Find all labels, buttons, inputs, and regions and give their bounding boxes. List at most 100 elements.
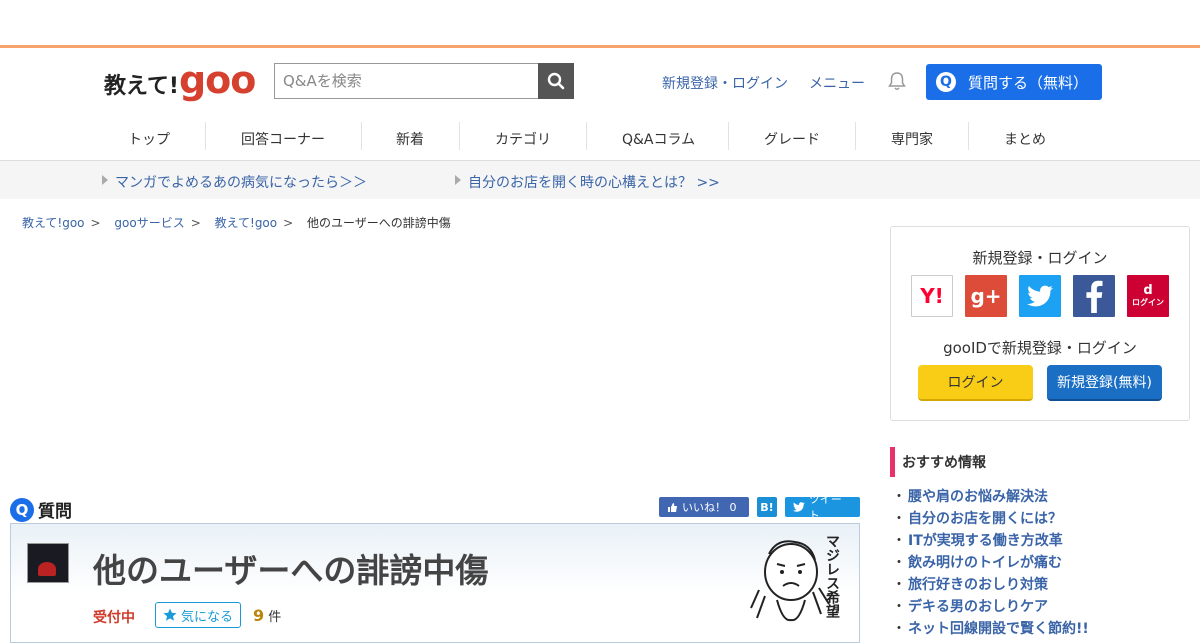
top-ad-bar xyxy=(0,0,1200,48)
docomo-login-label: ログイン xyxy=(1132,298,1164,307)
nav-category[interactable]: カテゴリ xyxy=(495,116,551,161)
bell-icon xyxy=(888,72,906,90)
list-item[interactable]: ・ネット回線開設で賢く節約!! xyxy=(892,618,1089,640)
register-login-link[interactable]: 新規登録・ログイン xyxy=(662,73,788,93)
answer-count-unit: 件 xyxy=(268,610,282,625)
majiresu-stamp: マジレス希望 xyxy=(747,530,847,630)
breadcrumb-link-oshiete-goo[interactable]: 教えて!goo xyxy=(215,216,278,230)
arrow-right-icon xyxy=(102,175,108,185)
breadcrumb-current: 他のユーザーへの誹謗中傷 xyxy=(307,216,451,230)
google-plus-login-button[interactable]: g+ xyxy=(965,275,1007,317)
nav-divider xyxy=(205,122,206,150)
hatena-icon: B! xyxy=(760,500,774,514)
arrow-right-icon xyxy=(455,175,461,185)
question-section-label: 質問 xyxy=(38,502,72,522)
nav-matome[interactable]: まとめ xyxy=(1004,116,1046,161)
promo-bar: マンガでよめるあの病気になったら＞＞ 自分のお店を開く時の心構えとは？ >> xyxy=(0,161,1200,199)
nav-answer-corner[interactable]: 回答コーナー xyxy=(241,116,325,161)
recommended-info-title: おすすめ情報 xyxy=(890,447,986,477)
question-badge-icon: Q xyxy=(936,72,956,92)
breadcrumb-link-goo-service[interactable]: gooサービス xyxy=(114,216,184,230)
recommended-link[interactable]: 自分のお店を開くには？ xyxy=(908,511,1062,527)
stamp-text: マジレス希望 xyxy=(824,534,840,618)
main-nav: トップ 回答コーナー 新着 カテゴリ Q&Aコラム グレード 専門家 まとめ xyxy=(0,116,1200,161)
question-title: 他のユーザーへの誹謗中傷 xyxy=(93,551,489,590)
answer-count-value: 9 xyxy=(253,606,265,625)
google-plus-icon: g+ xyxy=(970,284,1002,308)
logo-goo: goo xyxy=(178,58,256,102)
nav-divider xyxy=(728,122,729,150)
answer-count: 9 件 xyxy=(253,606,281,625)
breadcrumb: 教えて!goo > gooサービス > 教えて!goo > 他のユーザーへの誹謗中傷 xyxy=(22,214,451,231)
search-icon xyxy=(547,72,565,90)
twitter-bird-icon xyxy=(793,502,805,512)
favorite-button[interactable]: 気になる xyxy=(155,602,241,628)
nav-expert[interactable]: 専門家 xyxy=(891,116,933,161)
nav-divider xyxy=(586,122,587,150)
search-button[interactable] xyxy=(538,63,574,99)
status-badge: 受付中 xyxy=(93,610,135,626)
ask-question-button[interactable]: Q 質問する（無料） xyxy=(926,64,1102,100)
question-section-heading: Q 質問 xyxy=(10,497,72,522)
promo-link-shop[interactable]: 自分のお店を開く時の心構えとは？ >> xyxy=(468,172,720,192)
docomo-login-button[interactable]: d ログイン xyxy=(1127,275,1169,317)
list-item[interactable]: ・デキる男のおしりケア xyxy=(892,596,1089,618)
ask-question-label: 質問する（無料） xyxy=(968,73,1089,92)
recommended-link[interactable]: 飲み明けのトイレが痛む xyxy=(908,555,1062,571)
menu-link[interactable]: メニュー xyxy=(809,73,865,93)
facebook-icon xyxy=(1086,280,1103,313)
question-badge-icon: Q xyxy=(10,497,34,522)
nav-top[interactable]: トップ xyxy=(128,116,170,161)
register-button[interactable]: 新規登録(無料) xyxy=(1047,365,1162,401)
logo-text: 教えて! xyxy=(104,74,179,99)
breadcrumb-separator: > xyxy=(283,216,294,230)
tweet-button[interactable]: ツイート xyxy=(785,493,860,522)
list-item[interactable]: ・飲み明けのトイレが痛む xyxy=(892,552,1089,574)
breadcrumb-separator: > xyxy=(190,216,201,230)
twitter-login-button[interactable] xyxy=(1019,275,1061,317)
breadcrumb-link-oshiete[interactable]: 教えて!goo xyxy=(22,216,85,230)
breadcrumb-separator: > xyxy=(90,216,101,230)
notification-button[interactable] xyxy=(886,70,908,96)
recommended-link[interactable]: ITが実現する働き方改革 xyxy=(908,533,1063,549)
twitter-icon xyxy=(1027,285,1053,307)
list-item[interactable]: ・自分のお店を開くには？ xyxy=(892,508,1089,530)
login-panel: 新規登録・ログイン Y! g+ d ログイン gooIDで新規登録・ログイン ロ… xyxy=(890,226,1190,421)
list-item[interactable]: ・旅行好きのおしり対策 xyxy=(892,574,1089,596)
yahoo-login-button[interactable]: Y! xyxy=(911,275,953,317)
facebook-like-button[interactable]: いいね！ 0 xyxy=(659,497,749,517)
nav-grade[interactable]: グレード xyxy=(764,116,820,161)
promo-link-manga[interactable]: マンガでよめるあの病気になったら＞＞ xyxy=(115,172,367,192)
yahoo-icon: Y! xyxy=(920,284,944,308)
login-panel-title: 新規登録・ログイン xyxy=(972,249,1108,267)
search-input[interactable] xyxy=(274,63,538,99)
nav-divider xyxy=(968,122,969,150)
nav-divider xyxy=(855,122,856,150)
thumbs-up-icon xyxy=(668,502,677,512)
favorite-label: 気になる xyxy=(180,609,233,625)
like-count: いいね！ 0 xyxy=(682,501,737,514)
nav-new[interactable]: 新着 xyxy=(396,116,424,161)
site-header: 教えて! goo 新規登録・ログイン メニュー Q 質問する（無料） xyxy=(0,48,1200,116)
recommended-info-list: ・腰や肩のお悩み解決法 ・自分のお店を開くには？ ・ ITが実現する働き方改革 ・… xyxy=(892,486,1089,640)
nav-qa-column[interactable]: Q&Aコラム xyxy=(622,116,695,161)
question-card: 他のユーザーへの誹謗中傷 受付中 気になる 9 件 マジレス希望 xyxy=(10,523,860,643)
recommended-link[interactable]: ネット回線開設で賢く節約!! xyxy=(908,621,1089,637)
hatena-bookmark-button[interactable]: B! xyxy=(757,497,777,517)
login-button[interactable]: ログイン xyxy=(918,365,1033,401)
search-bar xyxy=(274,63,574,99)
recommended-link[interactable]: 旅行好きのおしり対策 xyxy=(908,577,1048,593)
docomo-icon: d xyxy=(1143,283,1153,298)
facebook-login-button[interactable] xyxy=(1073,275,1115,317)
nav-divider xyxy=(459,122,460,150)
list-item[interactable]: ・腰や肩のお悩み解決法 xyxy=(892,486,1089,508)
list-item[interactable]: ・ ITが実現する働き方改革 xyxy=(892,530,1089,552)
recommended-link[interactable]: デキる男のおしりケア xyxy=(908,599,1048,615)
gooid-login-title: gooIDで新規登録・ログイン xyxy=(943,339,1137,357)
site-logo[interactable]: 教えて! goo xyxy=(104,58,256,102)
recommended-link[interactable]: 腰や肩のお悩み解決法 xyxy=(908,489,1048,505)
star-icon xyxy=(163,608,177,621)
nav-divider xyxy=(361,122,362,150)
tweet-label: ツイート xyxy=(808,493,842,522)
avatar[interactable] xyxy=(27,543,69,583)
